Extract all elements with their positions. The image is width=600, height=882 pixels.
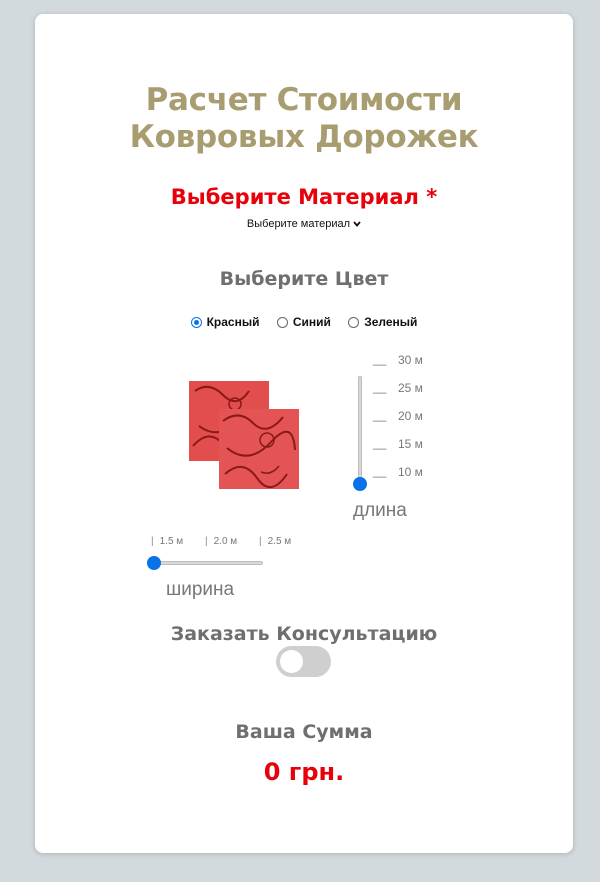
radio-green-circle[interactable] bbox=[348, 316, 360, 328]
length-tick: __ 20 м bbox=[373, 408, 423, 423]
radio-blue-label: Синий bbox=[292, 315, 331, 329]
consultation-toggle-knob[interactable] bbox=[280, 650, 303, 673]
radio-red-label: Красный bbox=[206, 315, 260, 329]
length-tick: __ 10 м bbox=[373, 464, 423, 479]
radio-red-circle[interactable] bbox=[190, 316, 202, 328]
length-slider-thumb[interactable] bbox=[353, 477, 367, 491]
width-label: ширина bbox=[166, 579, 235, 600]
length-slider-track[interactable] bbox=[358, 376, 362, 486]
calculator-card: Расчет Стоимости Ковровых Дорожек Выбери… bbox=[35, 14, 573, 853]
title-line-2: Ковровых Дорожек bbox=[129, 119, 479, 155]
radio-green-label: Зеленый bbox=[364, 315, 418, 329]
color-radio-group: Красный Синий Зеленый bbox=[35, 315, 573, 331]
radio-green[interactable]: Зеленый bbox=[348, 315, 417, 329]
width-tick: | 1.5 м bbox=[151, 536, 184, 547]
length-slider[interactable] bbox=[353, 376, 367, 491]
consultation-label: Заказать Консультацию bbox=[170, 623, 438, 645]
total-value: 0 грн. bbox=[263, 758, 345, 786]
chevron-down-icon bbox=[353, 219, 361, 230]
total-label: Ваша Сумма bbox=[235, 721, 373, 743]
radio-red[interactable]: Красный bbox=[190, 315, 260, 329]
carpet-preview-image bbox=[189, 381, 299, 489]
width-tick: | 2.0 м bbox=[205, 536, 238, 547]
length-tick: __ 25 м bbox=[373, 380, 423, 395]
width-slider-thumb[interactable] bbox=[147, 556, 161, 570]
material-select[interactable]: Выберите материал bbox=[35, 218, 573, 230]
length-tick: __ 15 м bbox=[373, 436, 423, 451]
material-label: Выберите Материал * bbox=[170, 185, 438, 209]
material-select-value[interactable]: Выберите материал bbox=[247, 218, 350, 230]
length-tick: __ 30 м bbox=[373, 352, 423, 367]
page-title: Расчет Стоимости Ковровых Дорожек bbox=[35, 82, 573, 156]
consultation-toggle[interactable] bbox=[276, 646, 331, 677]
color-label: Выберите Цвет bbox=[219, 268, 389, 290]
width-slider-track[interactable] bbox=[153, 561, 263, 565]
radio-blue[interactable]: Синий bbox=[276, 315, 331, 329]
width-slider[interactable] bbox=[147, 556, 265, 570]
title-line-1: Расчет Стоимости bbox=[145, 82, 463, 118]
length-label: длина bbox=[353, 500, 407, 521]
width-tick: | 2.5 м bbox=[259, 536, 292, 547]
radio-blue-circle[interactable] bbox=[276, 316, 288, 328]
